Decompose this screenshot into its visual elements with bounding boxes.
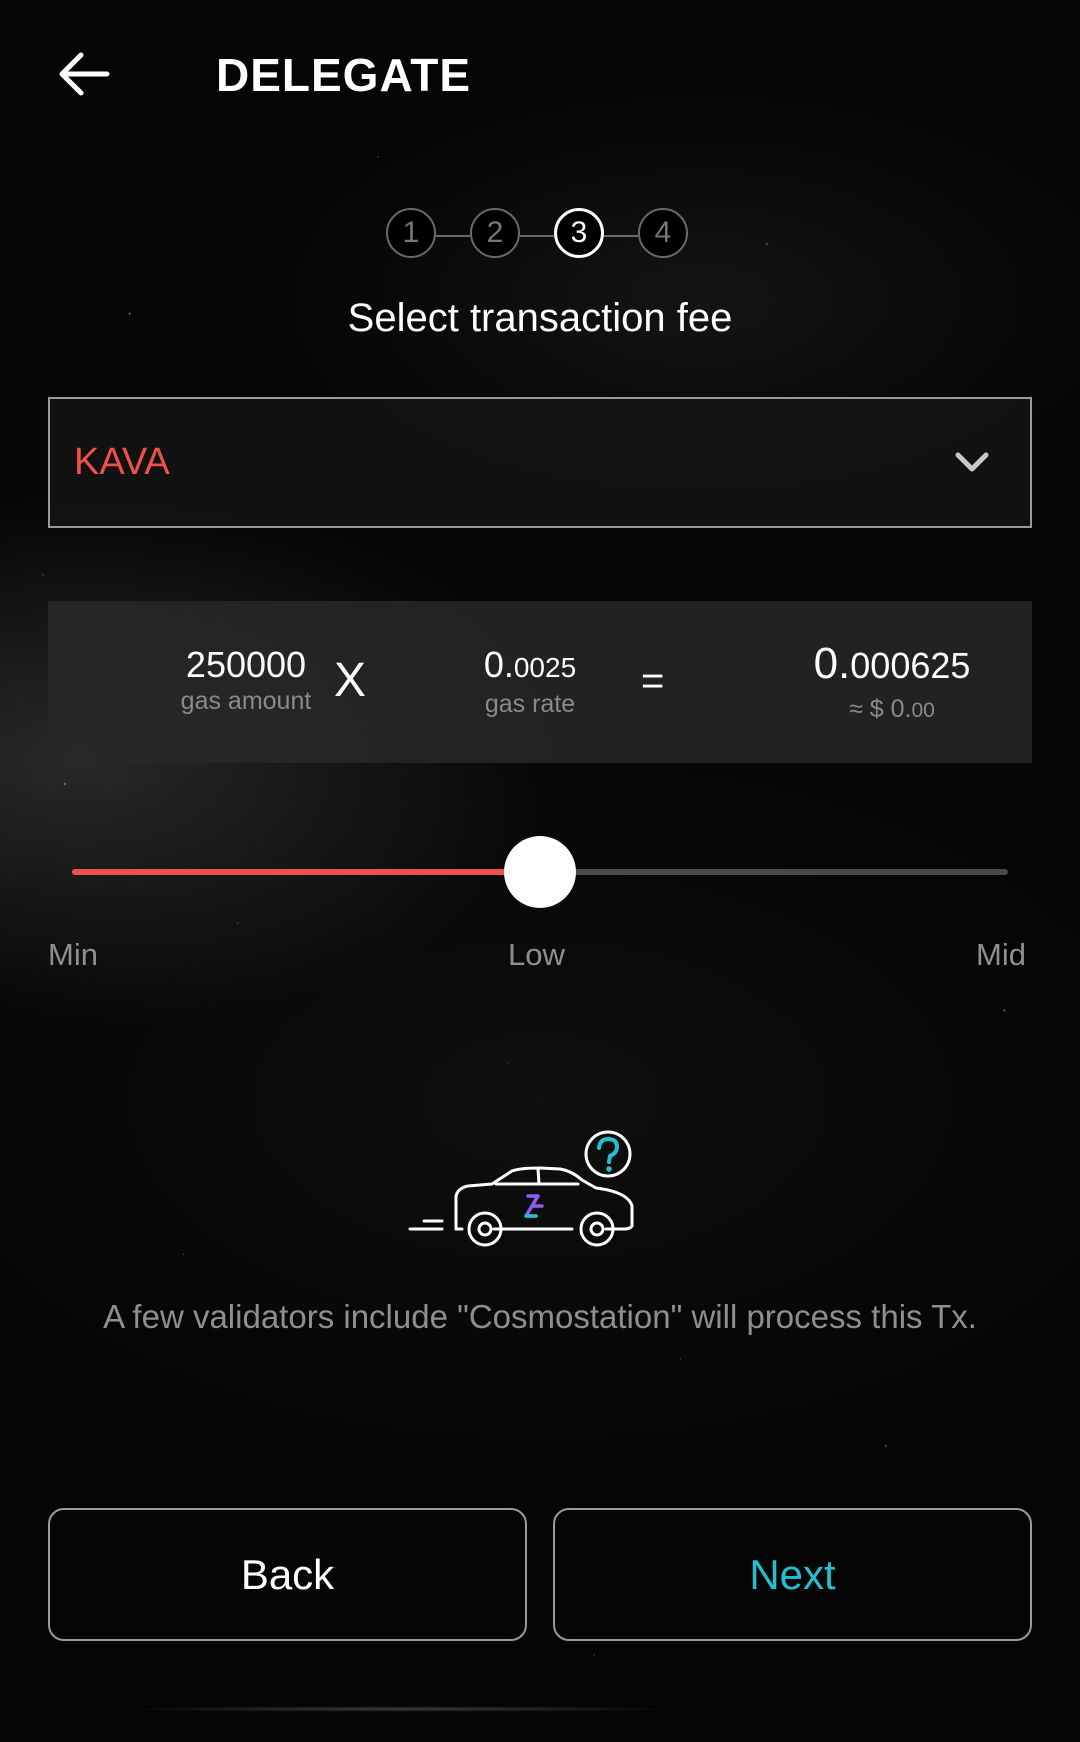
gas-rate: 0.0025 gas rate	[412, 645, 648, 719]
chevron-down-icon	[952, 443, 992, 483]
slider-label-min: Min	[48, 937, 98, 972]
step-connector	[436, 235, 470, 237]
total-fee-value: 0.000625	[813, 639, 971, 688]
header: DELEGATE	[0, 0, 1080, 155]
step-connector	[604, 235, 638, 237]
step-2: 2	[470, 208, 520, 258]
page-title: DELEGATE	[216, 49, 472, 101]
total-fee-usd: ≈ $ 0.00	[849, 695, 935, 723]
next-button[interactable]: Next	[553, 1508, 1032, 1641]
validator-info-text: A few validators include "Cosmostation" …	[103, 1298, 977, 1335]
step-connector	[520, 235, 554, 237]
equals-symbol: =	[641, 659, 665, 703]
step-4: 4	[638, 208, 688, 258]
bottom-decoration	[120, 1706, 680, 1712]
delegate-screen: DELEGATE 1 2 3 4 Select transaction fee …	[0, 0, 1080, 1742]
total-fee: 0.000625 ≈ $ 0.00	[732, 641, 1052, 724]
step-1: 1	[386, 208, 436, 258]
slider-fill	[72, 869, 540, 875]
slider-label-mid: Mid	[976, 937, 1026, 972]
slider-thumb[interactable]	[504, 836, 576, 908]
step-indicator: 1 2 3 4	[386, 208, 694, 264]
fee-calculation: 250000 gas amount X 0.0025 gas rate = 0.…	[48, 601, 1032, 763]
fee-slider[interactable]	[72, 836, 1008, 908]
step-title: Select transaction fee	[347, 296, 733, 340]
back-button[interactable]: Back	[48, 1508, 527, 1641]
multiply-symbol: X	[334, 654, 367, 707]
gas-rate-value: 0.0025	[483, 644, 577, 685]
selected-denom: KAVA	[74, 441, 170, 483]
car-with-question-icon	[400, 1126, 640, 1260]
fee-denom-select[interactable]: KAVA	[48, 397, 1032, 528]
slider-label-low: Low	[508, 937, 565, 972]
step-3-active: 3	[554, 208, 604, 258]
gas-rate-label: gas rate	[484, 690, 576, 718]
arrow-left-icon[interactable]	[48, 38, 120, 110]
